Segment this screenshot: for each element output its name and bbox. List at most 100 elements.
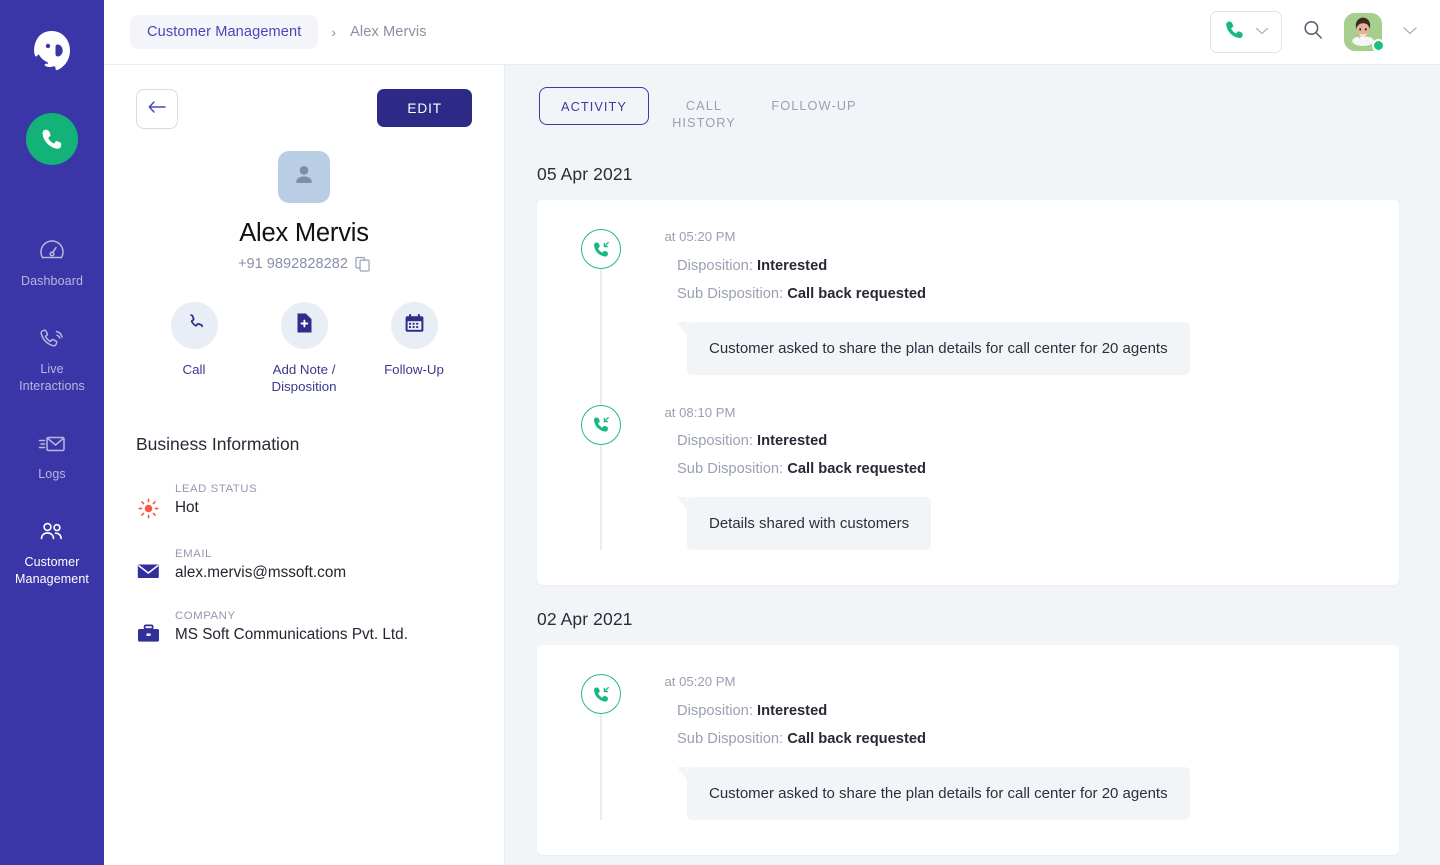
phone-icon [184, 313, 204, 338]
sidebar-item-label: Customer Management [15, 555, 89, 586]
sub-disposition-label: Sub Disposition: [677, 285, 784, 302]
activity-entry: at 05:20 PM Disposition: Interested Sub Di… [537, 674, 1399, 820]
activity-disposition: Disposition: Interested [677, 703, 1399, 719]
online-status-dot [1372, 39, 1385, 52]
back-button[interactable] [136, 89, 178, 129]
activity-note: Customer asked to share the plan details… [677, 766, 1190, 820]
field-value: MS Soft Communications Pvt. Ltd. [175, 626, 408, 643]
activity-entry: at 08:10 PM Disposition: Interested Sub Di… [537, 404, 1399, 550]
action-label: Add Note / Disposition [271, 362, 337, 394]
entry-spacer [537, 375, 1399, 405]
activity-card: at 05:20 PM Disposition: Interested Sub Di… [537, 200, 1399, 585]
activity-note: Details shared with customers [676, 497, 932, 550]
activity-note: Customer asked to share the plan details… [677, 321, 1190, 375]
app-root: Dashboard Live Interactions Logs Custome… [0, 0, 1440, 865]
activity-entry-body: at 05:20 PM Disposition: Interested Sub Di… [635, 674, 1399, 820]
incoming-call-icon [593, 416, 609, 432]
sidebar-nav: Dashboard Live Interactions Logs Custome… [0, 0, 104, 865]
top-header: Customer Management › Alex Mervis [104, 0, 1440, 65]
activity-entry-body: at 08:10 PM Disposition: Interested Sub Di… [635, 404, 1399, 550]
disposition-value: Interested [757, 257, 828, 274]
timeline-connector [600, 444, 602, 550]
call-action-circle [170, 302, 218, 349]
sidebar-item-live-interactions[interactable]: Live Interactions [0, 315, 104, 408]
timeline-marker [567, 404, 635, 550]
breadcrumb-current: Alex Mervis [350, 24, 427, 40]
avatar[interactable] [1344, 13, 1385, 52]
tab-follow-up[interactable]: FOLLOW-UP [759, 87, 869, 123]
detail-toolbar: EDIT [136, 89, 472, 129]
main-column: Customer Management › Alex Mervis EDIT A… [104, 0, 1440, 865]
field-label: EMAIL [175, 548, 212, 560]
incoming-call-icon [581, 404, 621, 445]
activity-sub-disposition: Sub Disposition: Call back requested [677, 461, 1399, 477]
activity-entry: at 05:20 PM Disposition: Interested Sub Di… [537, 229, 1399, 409]
disposition-value: Interested [757, 433, 828, 449]
sub-disposition-value: Call back requested [787, 730, 927, 747]
arrow-left-icon [147, 99, 167, 120]
sub-disposition-label: Sub Disposition: [677, 730, 784, 747]
chevron-down-icon [1402, 23, 1418, 41]
incoming-call-icon [581, 674, 621, 714]
add-note-action-circle [280, 302, 328, 349]
search-button[interactable] [1302, 19, 1324, 46]
breadcrumb-root[interactable]: Customer Management [130, 15, 319, 49]
tab-call-history[interactable]: CALL HISTORY [649, 87, 759, 140]
breadcrumb-separator-icon: › [331, 24, 337, 40]
header-actions [1210, 11, 1418, 53]
timeline-marker [567, 229, 635, 409]
timeline-marker [567, 674, 635, 820]
activity-time: at 08:10 PM [664, 404, 736, 420]
business-field-email: EMAIL alex.mervis@mssoft.com [136, 548, 472, 582]
timeline-connector [600, 714, 602, 820]
customer-avatar [278, 151, 330, 203]
activity-card: at 05:20 PM Disposition: Interested Sub Di… [537, 645, 1399, 855]
disposition-label: Disposition: [677, 433, 753, 449]
edit-button[interactable]: EDIT [377, 89, 472, 127]
activity-groups: 05 Apr 2021 at 05:20 PM Disposition: Inte… [537, 164, 1399, 855]
copy-icon[interactable] [355, 256, 370, 272]
sidebar-item-dashboard[interactable]: Dashboard [0, 227, 104, 303]
account-menu-button[interactable] [1402, 23, 1418, 41]
person-placeholder-icon [290, 161, 318, 194]
app-logo-icon [24, 22, 80, 80]
activity-date-heading: 05 Apr 2021 [537, 164, 633, 184]
sidebar-call-button[interactable] [26, 113, 78, 165]
chevron-down-icon [1255, 23, 1269, 41]
activity-time: at 05:20 PM [664, 674, 736, 689]
customer-profile: Alex Mervis +91 9892828282 Call Add Note… [136, 151, 472, 395]
add-note-action-button[interactable]: Add Note / Disposition [269, 302, 339, 395]
envelope-send-icon [38, 431, 66, 457]
quick-actions: Call Add Note / Disposition Follow-Up [159, 302, 449, 395]
users-icon [37, 519, 67, 545]
action-label: Follow-Up [384, 362, 444, 377]
phone-icon [42, 129, 62, 149]
tab-activity[interactable]: ACTIVITY [539, 87, 649, 125]
sidebar-item-label: Dashboard [20, 274, 84, 288]
timeline-connector [600, 269, 602, 409]
phone-signal-icon [39, 326, 66, 352]
briefcase-icon [136, 610, 160, 644]
search-icon [1302, 19, 1324, 46]
activity-entry-body: at 05:20 PM Disposition: Interested Sub Di… [635, 229, 1399, 375]
customer-phone: +91 9892828282 [238, 256, 370, 272]
activity-disposition: Disposition: Interested [677, 258, 1399, 274]
field-label: COMPANY [175, 610, 236, 622]
sidebar-item-customer-management[interactable]: Customer Management [0, 508, 104, 601]
activity-disposition: Disposition: Interested [677, 433, 1399, 449]
incoming-call-icon [593, 241, 609, 257]
sidebar-item-logs[interactable]: Logs [0, 420, 104, 496]
dialer-dropdown[interactable] [1210, 11, 1282, 53]
disposition-label: Disposition: [677, 702, 753, 719]
sub-disposition-value: Call back requested [787, 461, 927, 477]
sub-disposition-label: Sub Disposition: [677, 461, 784, 477]
follow-up-action-button[interactable]: Follow-Up [379, 302, 449, 395]
call-action-button[interactable]: Call [159, 302, 229, 395]
field-label: LEAD STATUS [175, 483, 258, 495]
sun-icon [136, 483, 160, 520]
business-field-lead-status: LEAD STATUS Hot [136, 483, 472, 520]
customer-detail-panel: EDIT Alex Mervis +91 9892828282 Call Add… [104, 65, 505, 865]
activity-sub-disposition: Sub Disposition: Call back requested [677, 286, 1399, 302]
activity-panel: ACTIVITY CALL HISTORY FOLLOW-UP 05 Apr 2… [505, 65, 1440, 865]
page-title: Alex Mervis [239, 219, 369, 247]
